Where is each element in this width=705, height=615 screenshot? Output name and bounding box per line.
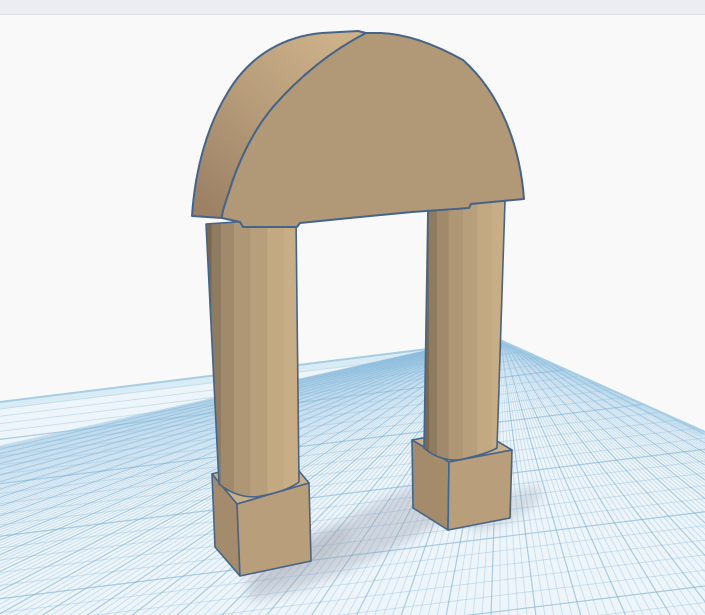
3d-viewport[interactable] bbox=[0, 15, 705, 615]
left-column-cylinder[interactable] bbox=[205, 217, 300, 498]
right-base-right-face[interactable] bbox=[447, 449, 513, 531]
right-column-cylinder[interactable] bbox=[423, 200, 506, 461]
scene-svg[interactable] bbox=[0, 15, 705, 615]
app-window bbox=[0, 0, 705, 615]
top-toolbar-strip bbox=[0, 0, 705, 15]
